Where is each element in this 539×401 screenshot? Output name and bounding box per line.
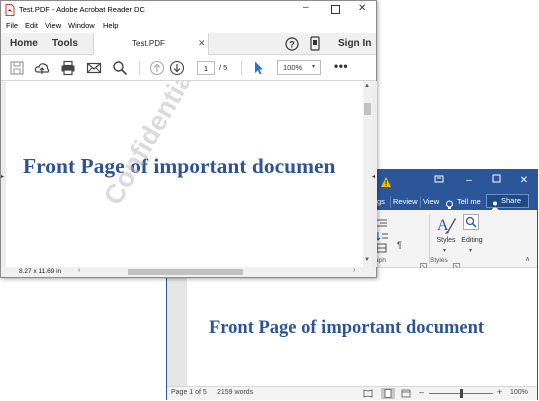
previous-page-icon[interactable]: [149, 60, 165, 76]
list-indent-icon[interactable]: [375, 215, 389, 227]
styles-dialog-launcher-icon[interactable]: [453, 257, 460, 270]
page-total: / 5: [219, 63, 228, 72]
more-options-icon[interactable]: •••: [334, 59, 348, 73]
sort-icon[interactable]: [375, 228, 389, 241]
find-icon[interactable]: [463, 214, 479, 230]
word-page[interactable]: Front Page of important document: [187, 268, 537, 386]
tab-close-icon[interactable]: ✕: [198, 38, 206, 49]
scroll-down-arrow-icon[interactable]: ▼: [364, 257, 370, 263]
pilcrow-icon[interactable]: ¶: [397, 240, 407, 250]
tab-document-label: Test.PDF: [132, 39, 165, 48]
tab-review[interactable]: Review: [390, 196, 420, 208]
menu-window[interactable]: Window: [68, 21, 95, 30]
svg-text:?: ?: [289, 40, 295, 50]
right-pane-toggle[interactable]: ◂: [372, 81, 377, 267]
acrobat-maximize-button[interactable]: [331, 5, 340, 14]
scroll-left-arrow-icon[interactable]: ‹: [78, 267, 80, 274]
tab-view[interactable]: View: [420, 196, 441, 208]
menu-edit[interactable]: Edit: [25, 21, 38, 30]
styles-chevron-down-icon[interactable]: ▾: [443, 247, 446, 254]
styles-icon[interactable]: A: [435, 214, 457, 236]
next-page-icon[interactable]: [169, 60, 185, 76]
select-cursor-icon[interactable]: [250, 60, 266, 76]
pdf-file-icon: [5, 4, 15, 16]
warning-icon[interactable]: [380, 175, 392, 187]
zoom-out-button[interactable]: –: [419, 387, 424, 397]
acrobat-toolbar: 1 / 5 100% ▾ •••: [1, 55, 376, 81]
email-icon[interactable]: [86, 60, 102, 76]
zoom-slider-thumb[interactable]: [460, 389, 463, 398]
toolbar-divider: [139, 61, 140, 75]
toolbar-divider: [241, 61, 242, 75]
vertical-scrollbar[interactable]: ▲ ▼: [363, 81, 372, 267]
help-icon[interactable]: ?: [285, 37, 299, 51]
acrobat-tab-bar: Home Tools Test.PDF ✕ ? Sign In: [1, 33, 376, 55]
tell-me-search[interactable]: Tell me: [455, 196, 483, 208]
menu-help[interactable]: Help: [103, 21, 118, 30]
acrobat-minimize-button[interactable]: –: [303, 2, 309, 13]
menu-view[interactable]: View: [45, 21, 61, 30]
vertical-scroll-thumb[interactable]: [364, 103, 371, 115]
word-close-button[interactable]: ✕: [517, 174, 531, 188]
lightbulb-icon: [445, 197, 454, 209]
group-label-styles: Styles: [430, 257, 448, 264]
word-ribbon-display-icon[interactable]: [432, 174, 446, 188]
word-count[interactable]: 2159 words: [217, 389, 253, 396]
acrobat-menu-bar: File Edit View Window Help: [1, 19, 376, 33]
zoom-level[interactable]: 100%: [510, 389, 528, 396]
scroll-up-arrow-icon[interactable]: ▲: [364, 83, 370, 89]
mobile-link-icon[interactable]: [310, 36, 320, 51]
pdf-document-view[interactable]: Front Page of important documen Confiden…: [6, 81, 363, 267]
editing-chevron-down-icon[interactable]: ▾: [469, 247, 472, 254]
tab-document[interactable]: Test.PDF ✕: [93, 33, 209, 55]
word-minimize-button[interactable]: –: [462, 174, 476, 188]
zoom-select[interactable]: 100% ▾: [277, 60, 321, 75]
word-maximize-button[interactable]: [489, 174, 503, 188]
sign-in-button[interactable]: Sign In: [338, 38, 371, 49]
confidential-watermark: Confidential: [98, 81, 202, 210]
zoom-select-value: 100%: [283, 63, 303, 72]
page-number-value: 1: [203, 64, 209, 73]
word-document-heading: Front Page of important document: [209, 318, 485, 338]
page-size-label: 8.27 x 11.69 in: [19, 268, 62, 275]
acrobat-title-bar: Test.PDF - Adobe Acrobat Reader DC – ✕: [1, 1, 376, 19]
person-icon: [491, 197, 499, 210]
tab-home[interactable]: Home: [10, 38, 38, 49]
search-icon[interactable]: [112, 60, 128, 76]
horizontal-scroll-thumb[interactable]: [128, 269, 243, 275]
page-number-input[interactable]: 1: [197, 61, 215, 75]
window-title: Test.PDF - Adobe Acrobat Reader DC: [19, 5, 145, 14]
save-icon[interactable]: [9, 60, 25, 76]
acrobat-bottom-bar: 8.27 x 11.69 in ‹ ›: [1, 267, 376, 277]
paragraph-dialog-launcher-icon[interactable]: [420, 257, 427, 270]
print-icon[interactable]: [60, 60, 76, 76]
zoom-chevron-down-icon[interactable]: ▾: [312, 63, 315, 70]
scroll-right-arrow-icon[interactable]: ›: [353, 267, 355, 274]
right-pane-arrow-icon[interactable]: ◂: [372, 173, 375, 180]
cloud-upload-icon[interactable]: [34, 60, 50, 76]
editing-button-label[interactable]: Editing: [457, 237, 487, 244]
share-button[interactable]: Share: [486, 194, 529, 210]
word-document-area: Front Page of important document: [167, 268, 537, 386]
collapse-ribbon-icon[interactable]: ∧: [525, 255, 530, 263]
shading-icon[interactable]: [375, 240, 389, 253]
zoom-in-button[interactable]: +: [497, 387, 502, 397]
read-mode-icon[interactable]: [363, 389, 373, 398]
left-pane-arrow-icon[interactable]: ▸: [1, 173, 4, 180]
page-count[interactable]: Page 1 of 5: [171, 389, 207, 396]
tab-tools[interactable]: Tools: [52, 38, 78, 49]
acrobat-close-button[interactable]: ✕: [358, 3, 366, 14]
acrobat-window: Test.PDF - Adobe Acrobat Reader DC – ✕ F…: [0, 0, 377, 278]
web-layout-icon[interactable]: [401, 389, 411, 398]
pdf-document-heading: Front Page of important documen: [23, 154, 336, 178]
share-label: Share: [501, 196, 522, 205]
word-status-bar: Page 1 of 5 2159 words – + 100%: [167, 386, 537, 400]
menu-file[interactable]: File: [6, 21, 18, 30]
print-layout-icon[interactable]: [381, 388, 395, 399]
